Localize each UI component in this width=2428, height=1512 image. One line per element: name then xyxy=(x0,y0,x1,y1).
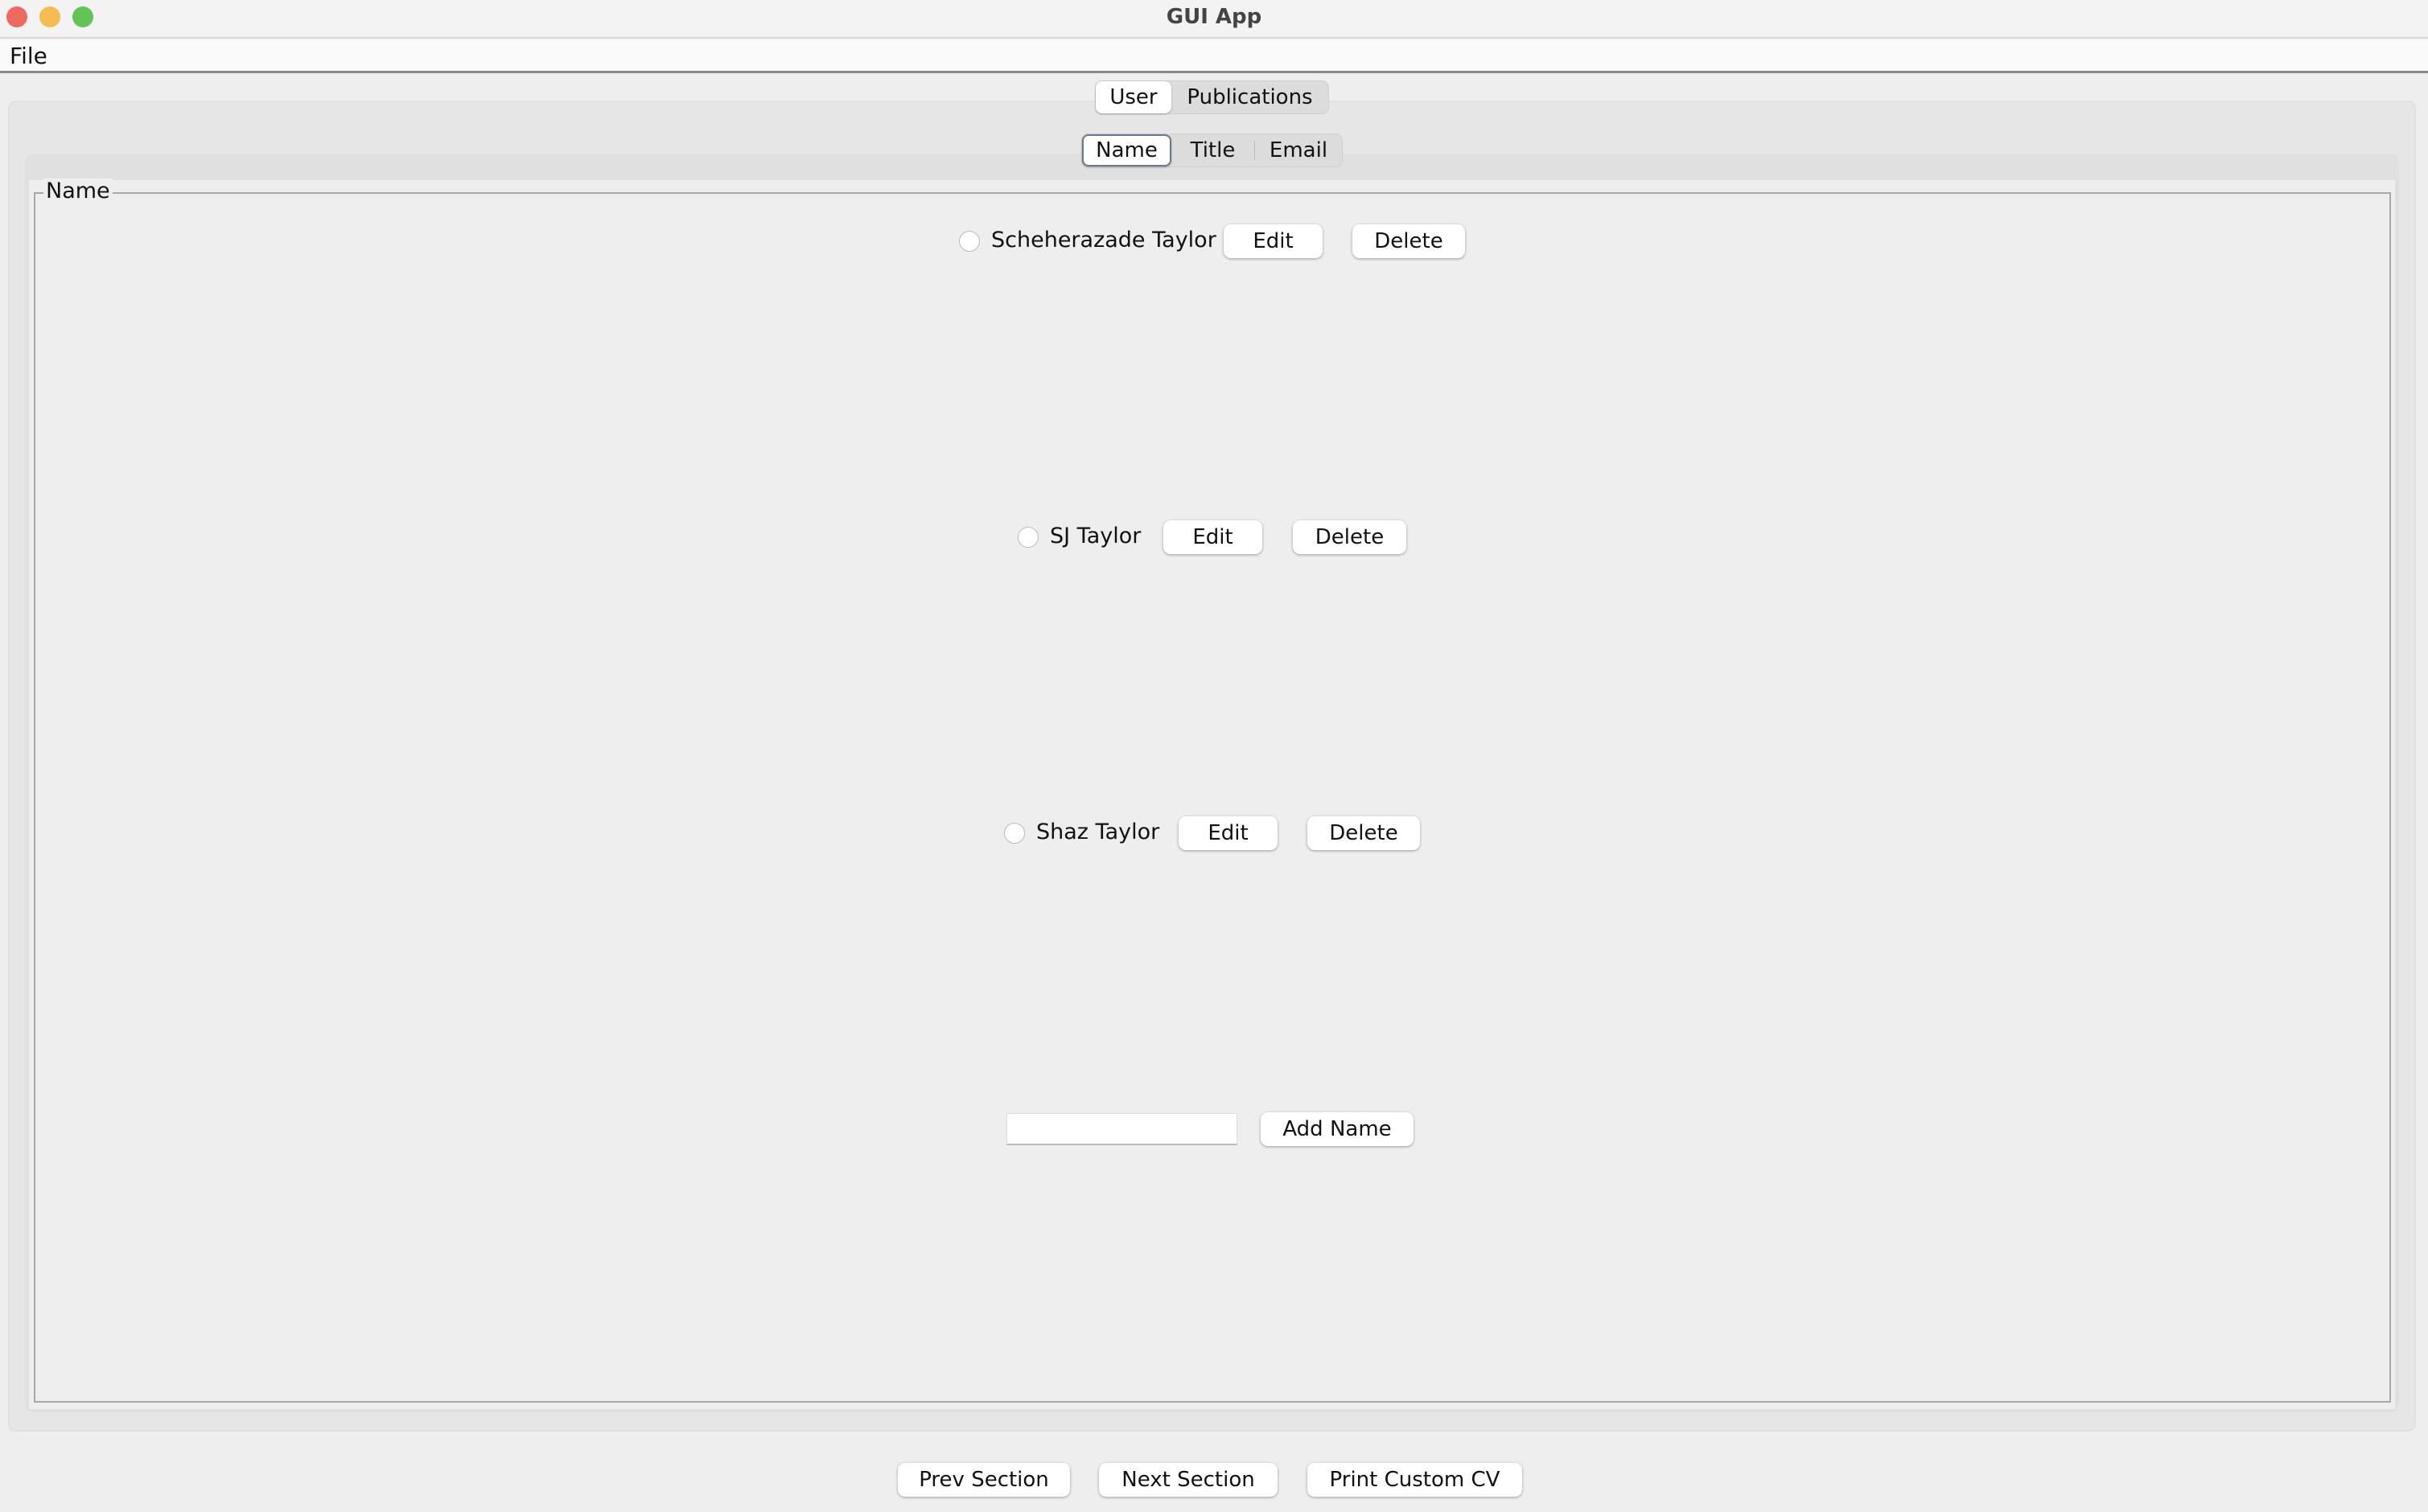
tab-title[interactable]: Title xyxy=(1171,138,1255,162)
prev-section-button[interactable]: Prev Section xyxy=(898,1463,1070,1497)
tab-email[interactable]: Email xyxy=(1255,134,1342,166)
tab-name[interactable]: Name xyxy=(1082,134,1171,166)
entry-name: Scheherazade Taylor xyxy=(991,228,1216,253)
menu-bar: File xyxy=(0,39,2428,73)
edit-button[interactable]: Edit xyxy=(1224,224,1323,258)
next-section-button[interactable]: Next Section xyxy=(1099,1463,1278,1497)
entry-radio[interactable] xyxy=(959,231,980,252)
entry-radio[interactable] xyxy=(1004,823,1025,844)
name-fieldset xyxy=(34,192,2391,1403)
entry-name: Shaz Taylor xyxy=(1036,820,1160,844)
fieldset-legend: Name xyxy=(43,179,113,203)
delete-button[interactable]: Delete xyxy=(1307,816,1420,850)
tab-user[interactable]: User xyxy=(1096,81,1171,113)
delete-button[interactable]: Delete xyxy=(1293,520,1406,554)
add-name-button[interactable]: Add Name xyxy=(1261,1112,1414,1146)
tab-publications[interactable]: Publications xyxy=(1171,81,1328,113)
entry-name: SJ Taylor xyxy=(1050,524,1142,549)
edit-button[interactable]: Edit xyxy=(1179,816,1278,850)
delete-button[interactable]: Delete xyxy=(1352,224,1465,258)
print-custom-cv-button[interactable]: Print Custom CV xyxy=(1307,1463,1522,1497)
edit-button[interactable]: Edit xyxy=(1163,520,1262,554)
new-name-input[interactable] xyxy=(1006,1113,1237,1145)
sub-tab-bar: Name Title Email xyxy=(1081,134,1343,167)
window-title: GUI App xyxy=(1166,5,1262,29)
title-bar: GUI App xyxy=(0,0,2428,39)
menu-file[interactable]: File xyxy=(10,43,47,69)
top-tab-bar: User Publications xyxy=(1095,80,1329,114)
entry-radio[interactable] xyxy=(1018,527,1039,548)
